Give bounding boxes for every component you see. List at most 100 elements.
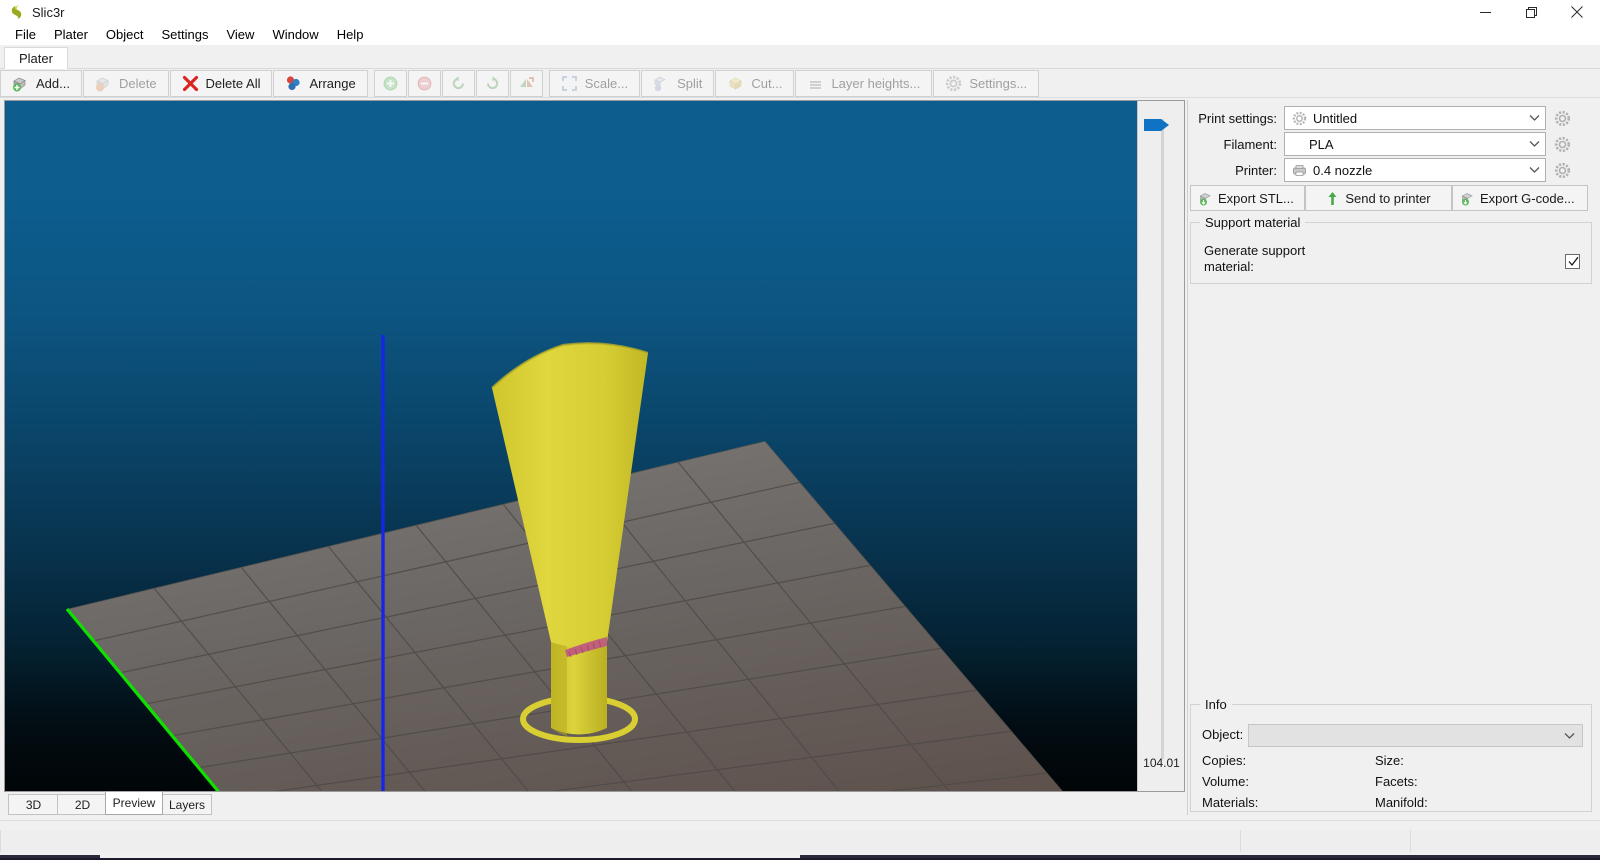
print-settings-chevron-down-icon[interactable] <box>1523 107 1545 129</box>
send-to-printer-button[interactable]: Send to printer <box>1305 185 1452 211</box>
send-to-printer-icon <box>1326 191 1341 206</box>
minimize-button[interactable] <box>1462 0 1508 24</box>
menu-object[interactable]: Object <box>97 25 153 44</box>
print-settings-value: Untitled <box>1313 110 1358 126</box>
export-stl-button[interactable]: Export STL... <box>1190 185 1305 211</box>
toolbar-rotate-ccw-button[interactable] <box>441 69 475 97</box>
info-volume-label: Volume: <box>1202 774 1249 789</box>
toolbar-split-label: Split <box>677 75 703 91</box>
view-tab-2d-label: 2D <box>74 797 91 812</box>
info-object-chevron-down-icon[interactable] <box>1558 725 1580 746</box>
toolbar-layer-heights-label: Layer heights... <box>831 75 921 91</box>
printer-label: Printer: <box>1235 162 1277 178</box>
main-toolbar: Add... Delete Delete All Arrange Scale..… <box>0 69 1600 98</box>
export-stl-icon <box>1199 191 1214 206</box>
generate-support-material-checkbox[interactable] <box>1565 254 1580 269</box>
printer-combo[interactable]: 0.4 nozzle <box>1284 158 1546 182</box>
menu-bar: File Plater Object Settings View Window … <box>0 24 1600 45</box>
3d-viewport[interactable] <box>5 101 1138 791</box>
increase-copies-icon <box>382 75 399 92</box>
notebook-tab-strip: Plater <box>0 45 1600 69</box>
toolbar-add-label: Add... <box>36 75 70 91</box>
status-bar-cell-2 <box>1240 830 1410 852</box>
toolbar-decrease-copies-button[interactable] <box>407 69 441 97</box>
split-icon <box>653 75 670 92</box>
toolbar-cut-button[interactable]: Cut... <box>715 69 795 97</box>
printer-value: 0.4 nozzle <box>1313 162 1373 178</box>
toolbar-delete-button[interactable]: Delete <box>82 69 169 97</box>
toolbar-add-button[interactable]: Add... <box>0 69 82 97</box>
print-settings-label: Print settings: <box>1198 110 1277 126</box>
filament-label: Filament: <box>1223 136 1277 152</box>
toolbar-settings-button[interactable]: Settings... <box>933 69 1040 97</box>
printer-chevron-down-icon[interactable] <box>1523 159 1545 181</box>
toolbar-delete-all-label: Delete All <box>205 75 261 91</box>
menu-window[interactable]: Window <box>263 25 327 44</box>
toolbar-arrange-button[interactable]: Arrange <box>273 69 368 97</box>
title-bar: Slic3r <box>0 0 1600 24</box>
menu-file[interactable]: File <box>6 25 45 44</box>
close-button[interactable] <box>1554 0 1600 24</box>
tab-plater[interactable]: Plater <box>4 47 68 69</box>
print-settings-cog-icon <box>1292 111 1307 126</box>
filament-combo[interactable]: PLA <box>1284 132 1546 156</box>
export-gcode-button[interactable]: Export G-code... <box>1452 185 1588 211</box>
print-settings-combo[interactable]: Untitled <box>1284 106 1546 130</box>
arrange-icon <box>285 75 302 92</box>
info-materials-label: Materials: <box>1202 795 1259 810</box>
toolbar-settings-label: Settings... <box>969 75 1028 91</box>
rotate-ccw-icon <box>450 75 467 92</box>
send-to-printer-label: Send to printer <box>1345 190 1431 206</box>
info-object-label: Object: <box>1202 727 1244 742</box>
delete-object-icon <box>95 75 112 92</box>
layer-slider-value: 104.01 <box>1143 756 1180 770</box>
info-size-label: Size: <box>1375 753 1404 768</box>
mirror-icon <box>518 75 535 92</box>
printer-row: Printer: 0.4 nozzle <box>1188 158 1597 182</box>
export-gcode-icon <box>1461 191 1476 206</box>
menu-view[interactable]: View <box>217 25 263 44</box>
right-side-panel: Print settings: Untitled Filament: PLA P… <box>1187 100 1596 815</box>
layer-heights-icon <box>807 75 824 92</box>
view-tab-layers[interactable]: Layers <box>162 794 212 815</box>
edit-printer-settings-icon[interactable] <box>1552 160 1572 180</box>
layer-slider-track[interactable] <box>1161 119 1164 759</box>
support-material-group: Support material Generate support materi… <box>1190 215 1592 284</box>
toolbar-split-button[interactable]: Split <box>641 69 715 97</box>
view-tab-preview[interactable]: Preview <box>105 791 163 815</box>
menu-help[interactable]: Help <box>328 25 373 44</box>
toolbar-scale-button[interactable]: Scale... <box>548 69 641 97</box>
edit-filament-settings-icon[interactable] <box>1552 134 1572 154</box>
scale-icon <box>561 75 578 92</box>
menu-settings[interactable]: Settings <box>153 25 218 44</box>
toolbar-delete-all-button[interactable]: Delete All <box>169 69 273 97</box>
toolbar-increase-copies-button[interactable] <box>373 69 407 97</box>
status-bar <box>0 820 1600 860</box>
menu-plater[interactable]: Plater <box>45 25 97 44</box>
view-tab-preview-label: Preview <box>112 796 156 810</box>
view-tab-strip: 3D 2D Preview Layers <box>4 791 1185 815</box>
settings-gear-icon <box>945 75 963 92</box>
filament-value: PLA <box>1309 136 1334 152</box>
filament-chevron-down-icon[interactable] <box>1523 133 1545 155</box>
view-tab-3d-label: 3D <box>25 797 42 812</box>
maximize-button[interactable] <box>1508 0 1554 24</box>
delete-all-icon <box>182 75 199 92</box>
cut-icon <box>727 75 744 92</box>
toolbar-arrange-label: Arrange <box>309 75 356 91</box>
layer-slider-handle[interactable] <box>1144 117 1170 133</box>
view-tab-2d[interactable]: 2D <box>57 794 108 815</box>
toolbar-layer-heights-button[interactable]: Layer heights... <box>795 69 933 97</box>
toolbar-mirror-button[interactable] <box>509 69 543 97</box>
info-object-combo[interactable] <box>1248 724 1583 747</box>
add-object-icon <box>12 75 29 92</box>
info-manifold-label: Manifold: <box>1375 795 1428 810</box>
info-facets-label: Facets: <box>1375 774 1418 789</box>
edit-print-settings-icon[interactable] <box>1552 108 1572 128</box>
toolbar-rotate-cw-button[interactable] <box>475 69 509 97</box>
view-tab-3d[interactable]: 3D <box>8 794 59 815</box>
support-material-group-title: Support material <box>1200 215 1306 230</box>
rotate-cw-icon <box>484 75 501 92</box>
toolbar-cut-label: Cut... <box>751 75 783 91</box>
tab-plater-label: Plater <box>19 51 53 66</box>
